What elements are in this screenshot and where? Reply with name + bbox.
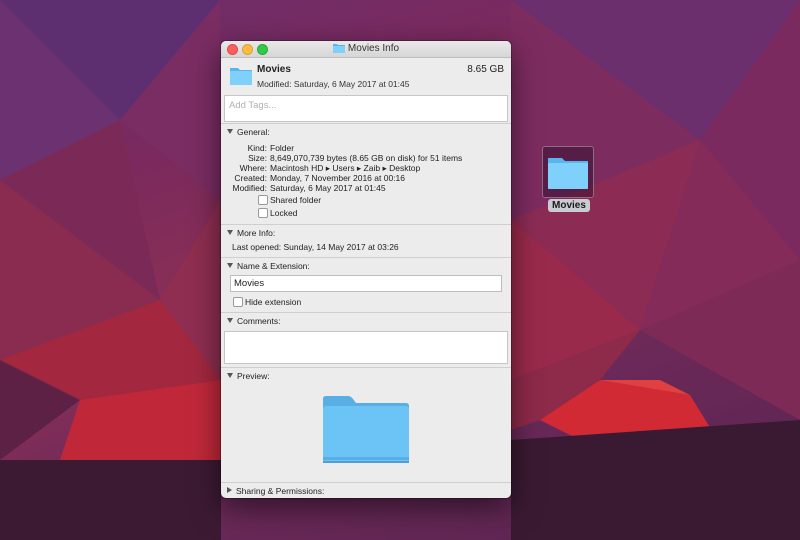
section-comments-label: Comments: bbox=[237, 316, 281, 326]
folder-icon bbox=[548, 158, 588, 189]
desktop-folder-movies[interactable] bbox=[542, 146, 594, 198]
divider bbox=[221, 257, 511, 258]
row-label: Size: bbox=[248, 153, 267, 163]
section-more-info-toggle[interactable]: More Info: bbox=[227, 228, 275, 238]
section-comments-toggle[interactable]: Comments: bbox=[227, 316, 280, 326]
row-label: Kind: bbox=[247, 143, 267, 153]
section-sharing-label: Sharing & Permissions: bbox=[236, 486, 325, 496]
folder-icon bbox=[332, 44, 345, 53]
last-opened: Last opened: Sunday, 14 May 2017 at 03:2… bbox=[232, 242, 399, 252]
disclosure-down-icon bbox=[227, 373, 233, 378]
disclosure-down-icon bbox=[227, 129, 233, 134]
section-general-label: General: bbox=[237, 127, 270, 137]
hide-extension-label: Hide extension bbox=[245, 297, 302, 307]
section-preview-toggle[interactable]: Preview: bbox=[227, 371, 270, 381]
window-title: Movies Info bbox=[221, 43, 511, 54]
window-title-text: Movies Info bbox=[347, 43, 400, 54]
name-field[interactable]: Movies bbox=[230, 275, 502, 292]
section-general-toggle[interactable]: General: bbox=[227, 127, 270, 137]
row-label: Created: bbox=[234, 173, 267, 183]
item-size: 8.65 GB bbox=[467, 64, 504, 75]
disclosure-down-icon bbox=[227, 230, 233, 235]
divider bbox=[221, 312, 511, 313]
info-window: Movies Info Movies 8.65 GB Modified: Sat… bbox=[221, 41, 511, 498]
section-name-extension-label: Name & Extension: bbox=[237, 261, 310, 271]
divider bbox=[221, 224, 511, 225]
section-sharing-toggle[interactable]: Sharing & Permissions: bbox=[227, 486, 324, 496]
disclosure-right-icon bbox=[227, 487, 232, 493]
locked-checkbox[interactable] bbox=[258, 208, 268, 218]
hide-extension-checkbox[interactable] bbox=[233, 297, 243, 307]
section-more-info-label: More Info: bbox=[237, 228, 276, 238]
item-modified: Modified: Saturday, 6 May 2017 at 01:45 bbox=[257, 79, 410, 89]
divider bbox=[221, 367, 511, 368]
divider bbox=[221, 123, 511, 124]
disclosure-down-icon bbox=[227, 318, 233, 323]
shared-folder-label: Shared folder bbox=[270, 195, 322, 205]
row-label: Modified: bbox=[232, 183, 268, 193]
row-value: 8,649,070,739 bytes (8.65 GB on disk) fo… bbox=[270, 153, 463, 163]
disclosure-down-icon bbox=[227, 263, 233, 268]
section-name-extension-toggle[interactable]: Name & Extension: bbox=[227, 261, 310, 271]
section-preview-label: Preview: bbox=[237, 371, 270, 381]
row-label: Where: bbox=[239, 163, 267, 173]
folder-preview-icon bbox=[323, 396, 409, 463]
row-value: Folder bbox=[270, 143, 295, 153]
row-value: Monday, 7 November 2016 at 00:16 bbox=[270, 173, 405, 183]
name-field-value: Movies bbox=[234, 278, 265, 289]
row-value: Saturday, 6 May 2017 at 01:45 bbox=[270, 183, 386, 193]
tags-placeholder: Add Tags... bbox=[229, 100, 277, 111]
folder-icon bbox=[230, 68, 252, 85]
tags-input[interactable]: Add Tags... bbox=[224, 95, 508, 122]
item-name: Movies bbox=[257, 64, 291, 75]
comments-textarea[interactable] bbox=[224, 331, 508, 364]
info-header: Movies 8.65 GB Modified: Saturday, 6 May… bbox=[221, 58, 511, 94]
desktop-folder-label[interactable]: Movies bbox=[548, 199, 590, 212]
locked-label: Locked bbox=[270, 208, 298, 218]
shared-folder-checkbox[interactable] bbox=[258, 195, 268, 205]
divider bbox=[221, 482, 511, 483]
title-bar[interactable]: Movies Info bbox=[221, 41, 511, 58]
